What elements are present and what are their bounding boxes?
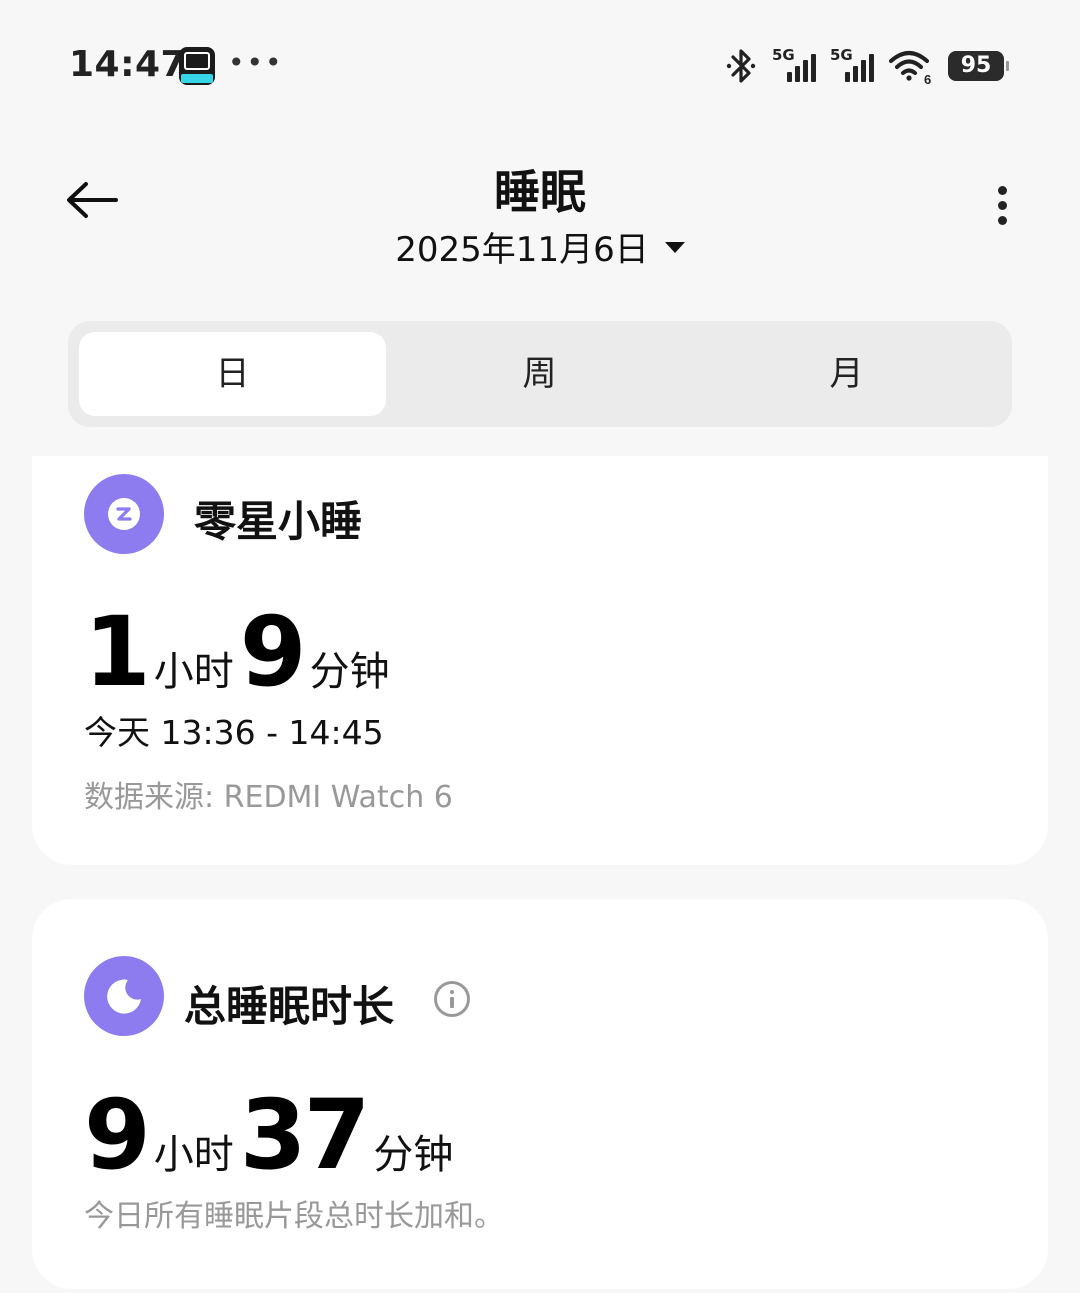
nap-minutes: 9	[239, 596, 307, 708]
svg-text:6: 6	[924, 72, 931, 86]
cell-signal-icon: 5G	[772, 46, 816, 86]
date-label: 2025年11月6日	[395, 230, 649, 270]
cell-signal-icon: 5G	[830, 46, 874, 86]
nap-title: 零星小睡	[194, 497, 363, 546]
dropdown-caret-icon	[664, 242, 685, 253]
nap-time-range: 今天 13:36 - 14:45	[84, 713, 384, 752]
bluetooth-icon	[726, 49, 756, 83]
more-notifications-icon: •••	[228, 46, 284, 79]
tab-month[interactable]: 月	[693, 332, 1000, 416]
nap-icon	[84, 474, 164, 554]
total-minutes: 37	[239, 1079, 371, 1191]
info-icon[interactable]	[434, 981, 470, 1017]
nap-duration: 1 小时 9 分钟	[84, 604, 396, 700]
data-source: 数据来源: REDMI Watch 6	[84, 780, 453, 815]
nap-hours: 1	[84, 596, 151, 708]
nap-card[interactable]: 零星小睡 1 小时 9 分钟 今天 13:36 - 14:45 数据来源: RE…	[32, 456, 1048, 865]
wifi-icon: 6	[889, 51, 931, 86]
total-description: 今日所有睡眠片段总时长加和。	[84, 1199, 504, 1234]
status-icons: 5G 5G 6 95	[724, 44, 1009, 88]
total-sleep-title: 总睡眠时长	[184, 982, 395, 1031]
nap-minutes-unit: 分钟	[309, 649, 390, 695]
more-options-icon[interactable]	[990, 186, 1014, 234]
date-selector[interactable]: 2025年11月6日	[0, 222, 1080, 271]
total-hours-unit: 小时	[153, 1132, 234, 1178]
total-hours: 9	[84, 1079, 151, 1191]
nap-hours-unit: 小时	[153, 649, 234, 695]
battery-indicator: 95	[948, 51, 1009, 81]
page-title: 睡眠	[494, 165, 586, 219]
tab-day[interactable]: 日	[79, 332, 386, 416]
status-time: 14:47	[69, 44, 187, 85]
tab-week[interactable]: 周	[386, 332, 693, 416]
period-tabs: 日 周 月	[68, 321, 1012, 427]
total-duration: 9 小时 37 分钟	[84, 1087, 459, 1183]
moon-icon	[84, 956, 164, 1036]
status-bar: 14:47 ••• 5G 5G 6 95	[0, 0, 1080, 130]
total-sleep-card[interactable]: 总睡眠时长 9 小时 37 分钟 今日所有睡眠片段总时长加和。	[32, 899, 1048, 1289]
app-notification-icon	[179, 47, 215, 85]
total-minutes-unit: 分钟	[373, 1132, 454, 1178]
